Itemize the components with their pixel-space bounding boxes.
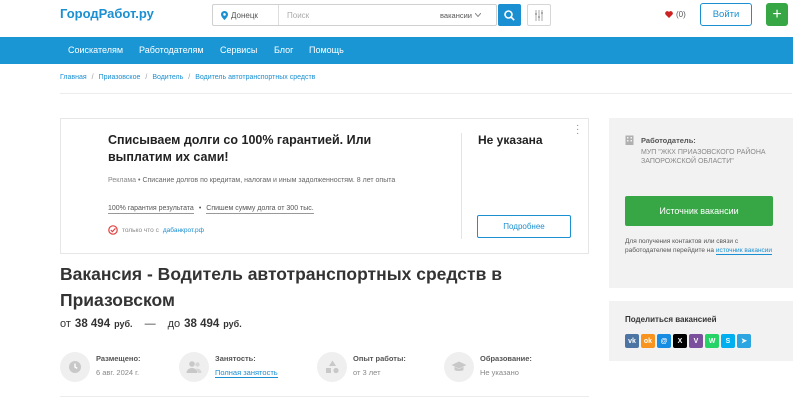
whatsapp-icon[interactable]: W	[705, 334, 719, 348]
add-button[interactable]: +	[766, 3, 788, 26]
favorites-link[interactable]: (0)	[665, 10, 686, 19]
x-icon[interactable]: X	[673, 334, 687, 348]
fact-value: 6 авг. 2024 г.	[96, 368, 140, 377]
fact-value: от 3 лет	[353, 368, 381, 377]
search-type-label: вакансии	[440, 10, 472, 20]
search-bar: Донецк Поиск вакансии	[212, 4, 497, 26]
breadcrumb-separator: /	[188, 74, 191, 81]
search-input[interactable]: Поиск	[279, 11, 440, 20]
moimir-icon[interactable]: @	[657, 334, 671, 348]
salary-to: 38 494	[184, 318, 220, 330]
search-icon	[504, 9, 515, 21]
nav-item-help[interactable]: Помощь	[309, 45, 344, 55]
checkmark-icon	[108, 225, 118, 235]
salary-from-prefix: от	[60, 318, 71, 330]
ok-icon[interactable]: ok	[641, 334, 655, 348]
people-icon	[179, 352, 209, 382]
ad-tag: Реклама	[108, 177, 137, 184]
ad-link-guarantee[interactable]: 100% гарантия результата	[108, 205, 194, 214]
divider	[60, 93, 792, 94]
ad-description-text: Списание долгов по кредитам, налогам и и…	[142, 177, 396, 184]
share-panel: Поделиться вакансией vk ok @ X V W S ➤	[609, 301, 793, 361]
filter-button[interactable]	[527, 4, 551, 26]
employer-name: МУП "ЖКХ ПРИАЗОВСКОГО РАЙОНА ЗАПОРОЖСКОЙ…	[641, 149, 766, 165]
ad-link-separator: •	[198, 205, 202, 212]
nav-item-employers[interactable]: Работодателям	[139, 45, 204, 55]
salary-from: 38 494	[74, 318, 111, 330]
search-button[interactable]	[498, 4, 521, 26]
nav-item-services[interactable]: Сервисы	[220, 45, 257, 55]
login-button[interactable]: Войти	[700, 3, 752, 26]
location-pin-icon	[221, 10, 228, 20]
employer-panel: Работодатель: МУП "ЖКХ ПРИАЗОВСКОГО РАЙО…	[609, 118, 793, 288]
site-logo[interactable]: ГородРабот.ру	[60, 6, 154, 21]
more-vertical-icon[interactable]: · · ·	[576, 121, 579, 139]
source-link[interactable]: источник вакансии	[715, 247, 773, 255]
vacancy-title: Вакансия - Водитель автотранспортных сре…	[60, 264, 502, 310]
search-type-select[interactable]: вакансии	[440, 11, 496, 20]
ad-more-button[interactable]: Подробнее	[477, 215, 571, 238]
ad-link-debt[interactable]: Спишем сумму долга от 300 тыс.	[206, 205, 314, 214]
filter-icon	[535, 9, 543, 21]
salary: от 38 494 руб. — до 38 494 руб.	[60, 318, 242, 330]
skype-icon[interactable]: S	[721, 334, 735, 348]
telegram-icon[interactable]: ➤	[737, 334, 751, 348]
vk-icon[interactable]: vk	[625, 334, 639, 348]
fact-label: Занятость:	[215, 354, 256, 363]
divider	[60, 396, 589, 397]
header: ГородРабот.ру Донецк Поиск вакансии (0) …	[0, 0, 793, 36]
fact-label: Размещено:	[96, 354, 141, 363]
share-icons: vk ok @ X V W S ➤	[625, 334, 751, 348]
breadcrumb-separator: /	[91, 74, 94, 81]
main-nav: Соискателям Работодателям Сервисы Блог П…	[0, 37, 793, 64]
vacancy-facts: Размещено: 6 авг. 2024 г. Занятость: Пол…	[60, 350, 589, 386]
breadcrumb-current[interactable]: Водитель автотранспортных средств	[195, 74, 315, 81]
source-button[interactable]: Источник вакансии	[625, 196, 773, 226]
ad-source: только что с дабанкрот.рф	[108, 225, 204, 235]
breadcrumb: Главная / Приазовское / Водитель / Водит…	[60, 74, 315, 81]
fact-value-link[interactable]: Полная занятость	[215, 368, 278, 378]
nav-item-blog[interactable]: Блог	[274, 45, 293, 55]
salary-to-prefix: до	[167, 318, 181, 330]
breadcrumb-city[interactable]: Приазовское	[99, 74, 141, 81]
contact-note: Для получения контактов или связи с рабо…	[625, 237, 775, 255]
building-icon	[625, 135, 634, 145]
fact-label: Опыт работы:	[353, 354, 406, 363]
ad-description: Реклама • Списание долгов по кредитам, н…	[108, 177, 396, 184]
breadcrumb-separator: /	[145, 74, 148, 81]
shapes-icon	[317, 352, 347, 382]
viber-icon[interactable]: V	[689, 334, 703, 348]
graduation-cap-icon	[444, 352, 474, 382]
nav-item-seekers[interactable]: Соискателям	[68, 45, 123, 55]
ad-title[interactable]: Списываем долги со 100% гарантией. Или в…	[108, 132, 408, 166]
ad-source-domain[interactable]: дабанкрот.рф	[163, 227, 204, 234]
city-name: Донецк	[231, 10, 258, 20]
ad-links: 100% гарантия результата • Спишем сумму …	[108, 205, 314, 214]
share-label: Поделиться вакансией	[625, 315, 717, 324]
ad-block[interactable]: Списываем долги со 100% гарантией. Или в…	[60, 118, 589, 254]
clock-icon	[60, 352, 90, 382]
ad-divider	[461, 133, 462, 239]
salary-currency: руб.	[114, 319, 133, 329]
favorites-count: (0)	[676, 10, 686, 19]
heart-icon	[665, 11, 673, 18]
salary-currency: руб.	[223, 319, 242, 329]
breadcrumb-category[interactable]: Водитель	[152, 74, 183, 81]
ad-price: Не указана	[478, 133, 543, 147]
fact-label: Образование:	[480, 354, 532, 363]
fact-value: Не указано	[480, 368, 519, 377]
city-selector[interactable]: Донецк	[213, 5, 279, 25]
breadcrumb-home[interactable]: Главная	[60, 74, 87, 81]
employer-label: Работодатель:	[641, 136, 696, 145]
salary-dash: —	[144, 318, 156, 330]
chevron-down-icon	[474, 13, 481, 17]
ad-source-prefix: только что с	[122, 226, 159, 234]
